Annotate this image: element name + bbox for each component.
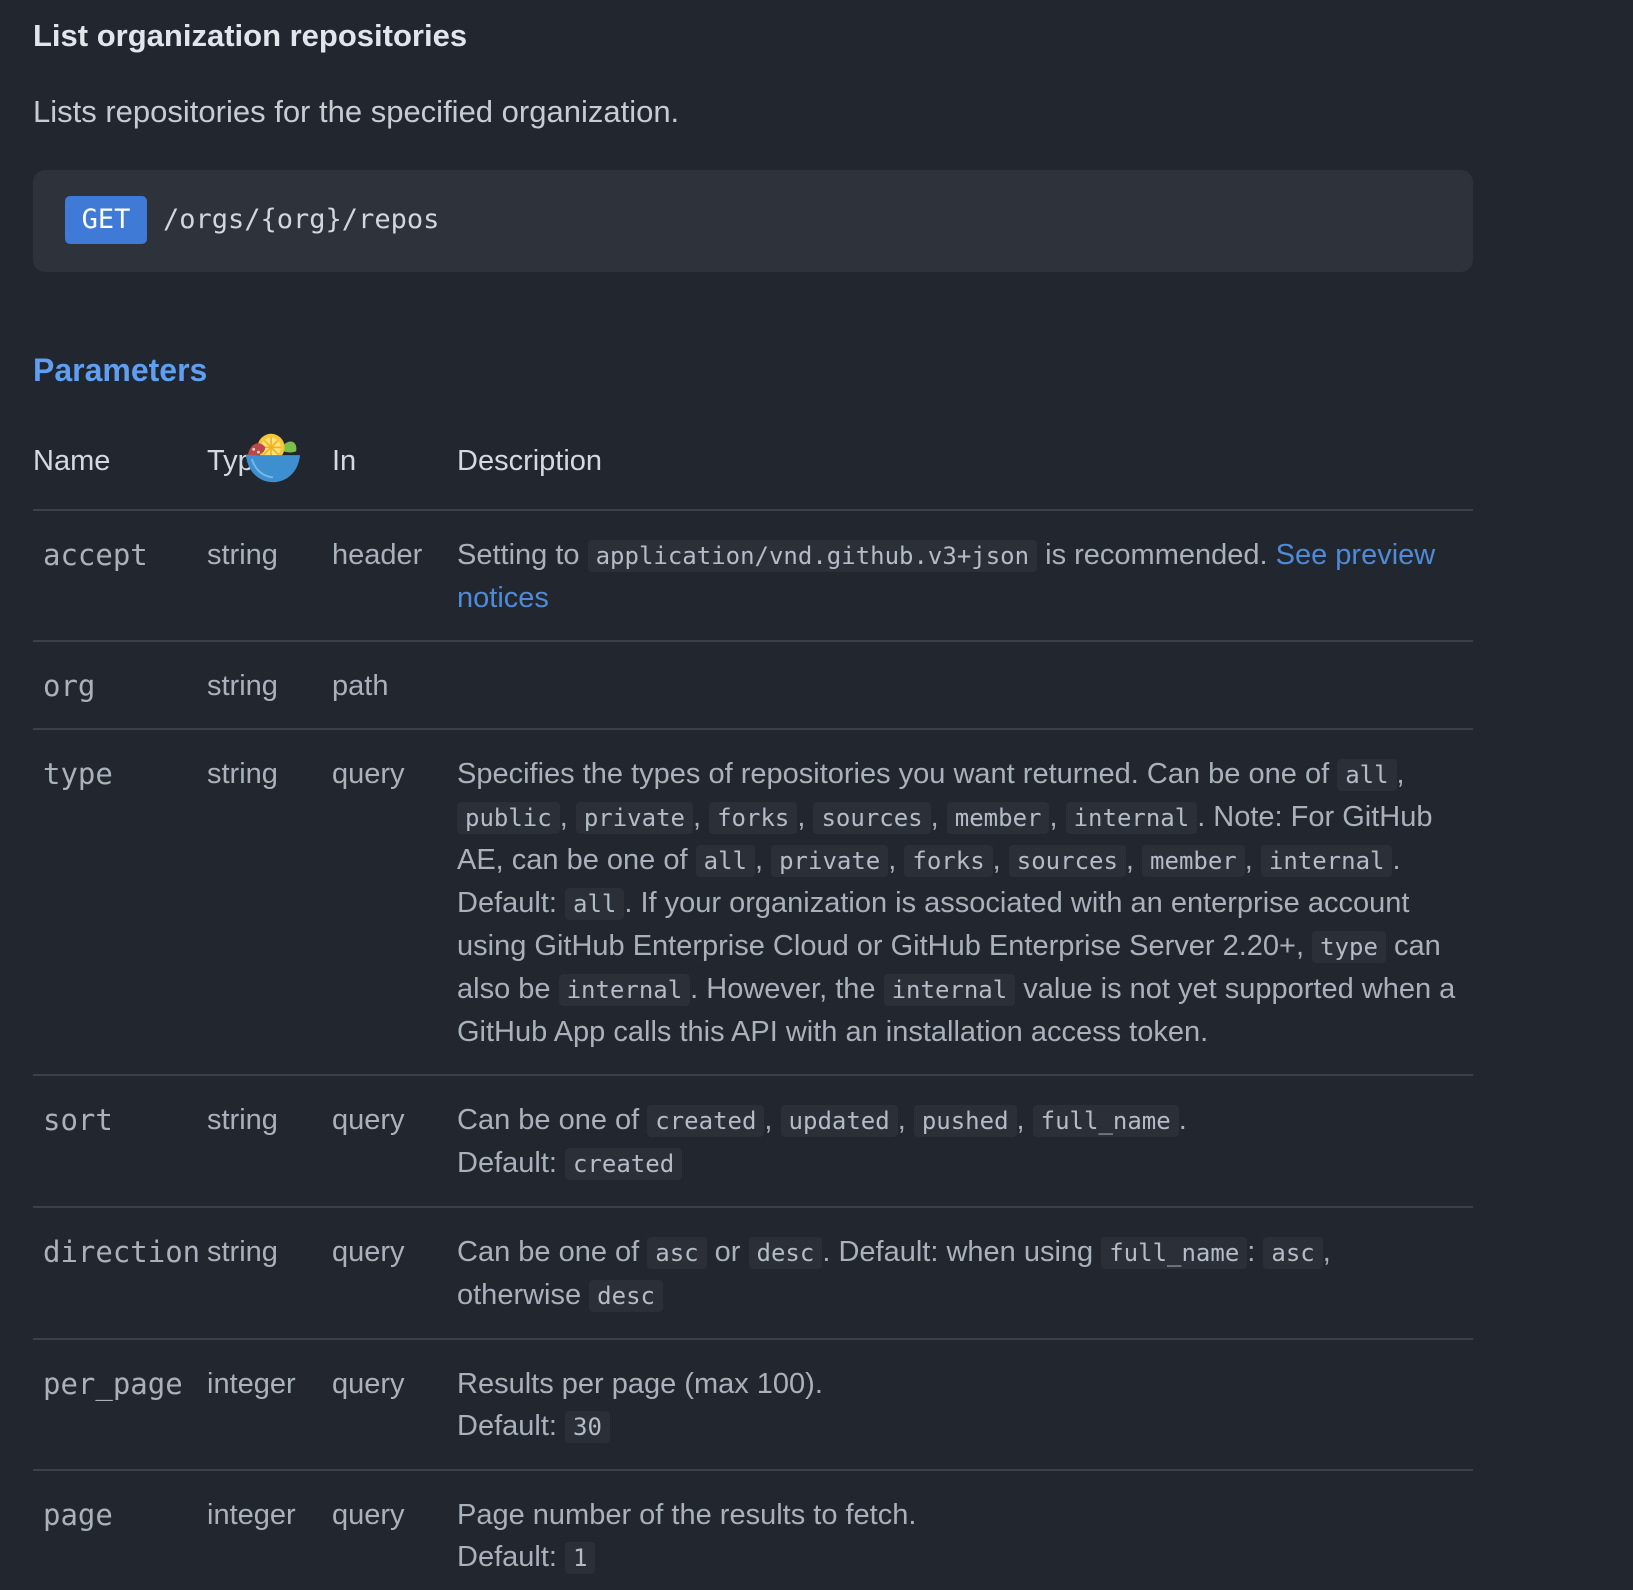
desc-text: Page number of the results to fetch. xyxy=(457,1499,917,1531)
desc-code: created xyxy=(565,1148,683,1180)
param-type: string xyxy=(207,510,332,642)
table-row: direction string query Can be one of asc… xyxy=(33,1207,1473,1340)
parameters-heading[interactable]: Parameters xyxy=(33,352,207,389)
table-row: type string query Specifies the types of… xyxy=(33,729,1473,1076)
param-in: query xyxy=(332,1207,457,1340)
param-description: Specifies the types of repositories you … xyxy=(457,729,1473,1076)
desc-code: pushed xyxy=(913,1105,1017,1137)
desc-text: Results per page (max 100). xyxy=(457,1368,823,1400)
param-name: sort xyxy=(33,1075,207,1208)
desc-text: . However, the xyxy=(690,973,884,1005)
desc-code: application/vnd.github.v3+json xyxy=(587,540,1038,572)
desc-code: full_name xyxy=(1101,1237,1248,1269)
desc-code: type xyxy=(1312,931,1386,963)
desc-code: internal xyxy=(883,974,1016,1006)
param-name: per_page xyxy=(33,1339,207,1471)
desc-code: full_name xyxy=(1032,1105,1179,1137)
desc-code: 1 xyxy=(565,1542,596,1574)
salad-bowl-icon xyxy=(245,433,301,483)
param-description xyxy=(457,641,1473,730)
desc-code: all xyxy=(695,845,755,877)
endpoint-path[interactable]: /orgs/{org}/repos xyxy=(163,196,439,244)
desc-code: internal xyxy=(1260,845,1393,877)
desc-text: Can be one of xyxy=(457,1104,648,1136)
table-header-row: Name Typ In Description xyxy=(33,433,1473,511)
desc-code: asc xyxy=(647,1237,707,1269)
desc-code: internal xyxy=(1065,802,1198,834)
param-in: query xyxy=(332,1075,457,1208)
desc-code: forks xyxy=(904,845,993,877)
table-row: org string path xyxy=(33,641,1473,730)
column-header-description: Description xyxy=(457,440,1473,511)
desc-text: Setting to xyxy=(457,539,588,571)
param-name: type xyxy=(33,729,207,1076)
desc-text: . Default: when using xyxy=(822,1236,1102,1268)
table-row: accept string header Setting to applicat… xyxy=(33,510,1473,642)
desc-code: all xyxy=(565,888,625,920)
param-type: string xyxy=(207,729,332,1076)
desc-text: Default: xyxy=(457,1541,565,1573)
param-name: accept xyxy=(33,510,207,642)
param-description: Results per page (max 100). Default: 30 xyxy=(457,1339,1473,1471)
desc-code: asc xyxy=(1263,1237,1323,1269)
param-in: header xyxy=(332,510,457,642)
param-description: Setting to application/vnd.github.v3+jso… xyxy=(457,510,1473,642)
param-name: direction xyxy=(33,1207,207,1340)
desc-code: sources xyxy=(813,802,931,834)
desc-text: Default: xyxy=(457,1147,565,1179)
desc-text: Can be one of xyxy=(457,1236,648,1268)
desc-code: desc xyxy=(589,1280,663,1312)
http-method-badge: GET xyxy=(65,196,147,244)
param-in: query xyxy=(332,1339,457,1471)
param-type: integer xyxy=(207,1499,296,1531)
param-in: path xyxy=(332,641,457,730)
column-header-type-wrap: Typ xyxy=(207,433,301,483)
desc-text: : xyxy=(1247,1236,1264,1268)
endpoint-box: GET /orgs/{org}/repos xyxy=(33,170,1473,272)
table-row: page integer query Page number of the re… xyxy=(33,1470,1473,1590)
column-header-type: Typ xyxy=(207,433,332,511)
param-type: integer xyxy=(207,1339,332,1471)
param-name: org xyxy=(33,641,207,730)
desc-text: Specifies the types of repositories you … xyxy=(457,758,1338,790)
desc-code: all xyxy=(1337,759,1397,791)
param-type: string xyxy=(207,1207,332,1340)
desc-code: member xyxy=(946,802,1050,834)
page-description: Lists repositories for the specified org… xyxy=(33,94,680,129)
param-description: Can be one of created, updated, pushed, … xyxy=(457,1075,1473,1208)
desc-code: private xyxy=(575,802,693,834)
desc-code: desc xyxy=(748,1237,823,1269)
param-name: page xyxy=(43,1498,113,1532)
desc-code: 30 xyxy=(565,1411,610,1443)
param-type: string xyxy=(207,1075,332,1208)
param-description: Can be one of asc or desc. Default: when… xyxy=(457,1207,1473,1340)
desc-code: public xyxy=(457,802,560,834)
column-header-in: In xyxy=(332,440,457,511)
table-row: per_page integer query Results per page … xyxy=(33,1339,1473,1471)
desc-code: internal xyxy=(558,974,691,1006)
param-description: Page number of the results to fetch. Defa… xyxy=(457,1470,1473,1590)
desc-text: is recommended. xyxy=(1037,539,1276,571)
desc-code: updated xyxy=(780,1105,898,1137)
parameters-table: Name Typ In Description accept string he… xyxy=(33,433,1473,1590)
desc-code: sources xyxy=(1008,845,1126,877)
param-type: string xyxy=(207,641,332,730)
page-title: List organization repositories xyxy=(33,18,468,53)
table-row: sort string query Can be one of created,… xyxy=(33,1075,1473,1208)
desc-code: member xyxy=(1142,845,1245,877)
param-in: query xyxy=(332,729,457,1076)
desc-code: forks xyxy=(709,802,798,834)
desc-code: private xyxy=(771,845,889,877)
param-in: query xyxy=(332,1499,405,1531)
desc-code: created xyxy=(647,1105,765,1137)
desc-text: Default: xyxy=(457,1410,565,1442)
desc-text: or xyxy=(706,1236,749,1268)
column-header-name: Name xyxy=(33,440,207,511)
